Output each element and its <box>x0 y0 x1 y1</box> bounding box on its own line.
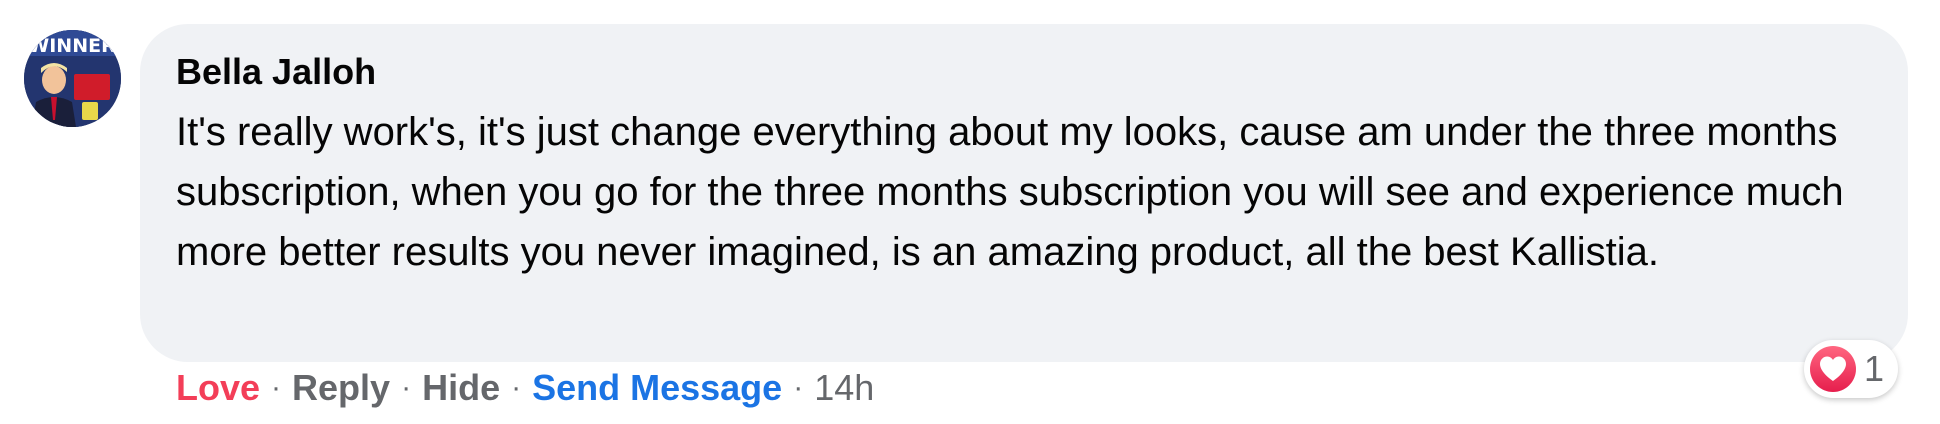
love-button[interactable]: Love <box>176 367 260 409</box>
timestamp[interactable]: 14h <box>814 367 874 409</box>
reaction-count: 1 <box>1864 348 1885 389</box>
separator: · <box>401 371 412 404</box>
comment-actions: Love · Reply · Hide · Send Message · 14h <box>176 360 874 416</box>
reaction-summary[interactable]: 1 <box>1804 340 1899 398</box>
separator: · <box>271 371 282 404</box>
comment-bubble: Bella Jalloh It's really work's, it's ju… <box>140 24 1908 362</box>
comment: WINNER Bella Jalloh It's really work's, … <box>0 0 1940 424</box>
send-message-button[interactable]: Send Message <box>532 367 782 409</box>
separator: · <box>793 371 804 404</box>
comment-text: It's really work's, it's just change eve… <box>176 110 1844 274</box>
avatar[interactable]: WINNER <box>24 30 121 127</box>
avatar-banner-text: WINNER <box>28 35 116 57</box>
reply-button[interactable]: Reply <box>292 367 390 409</box>
avatar-image: WINNER <box>24 30 121 127</box>
separator: · <box>511 371 522 404</box>
hide-button[interactable]: Hide <box>422 367 500 409</box>
heart-icon <box>1810 346 1856 392</box>
comment-author[interactable]: Bella Jalloh <box>176 48 376 96</box>
